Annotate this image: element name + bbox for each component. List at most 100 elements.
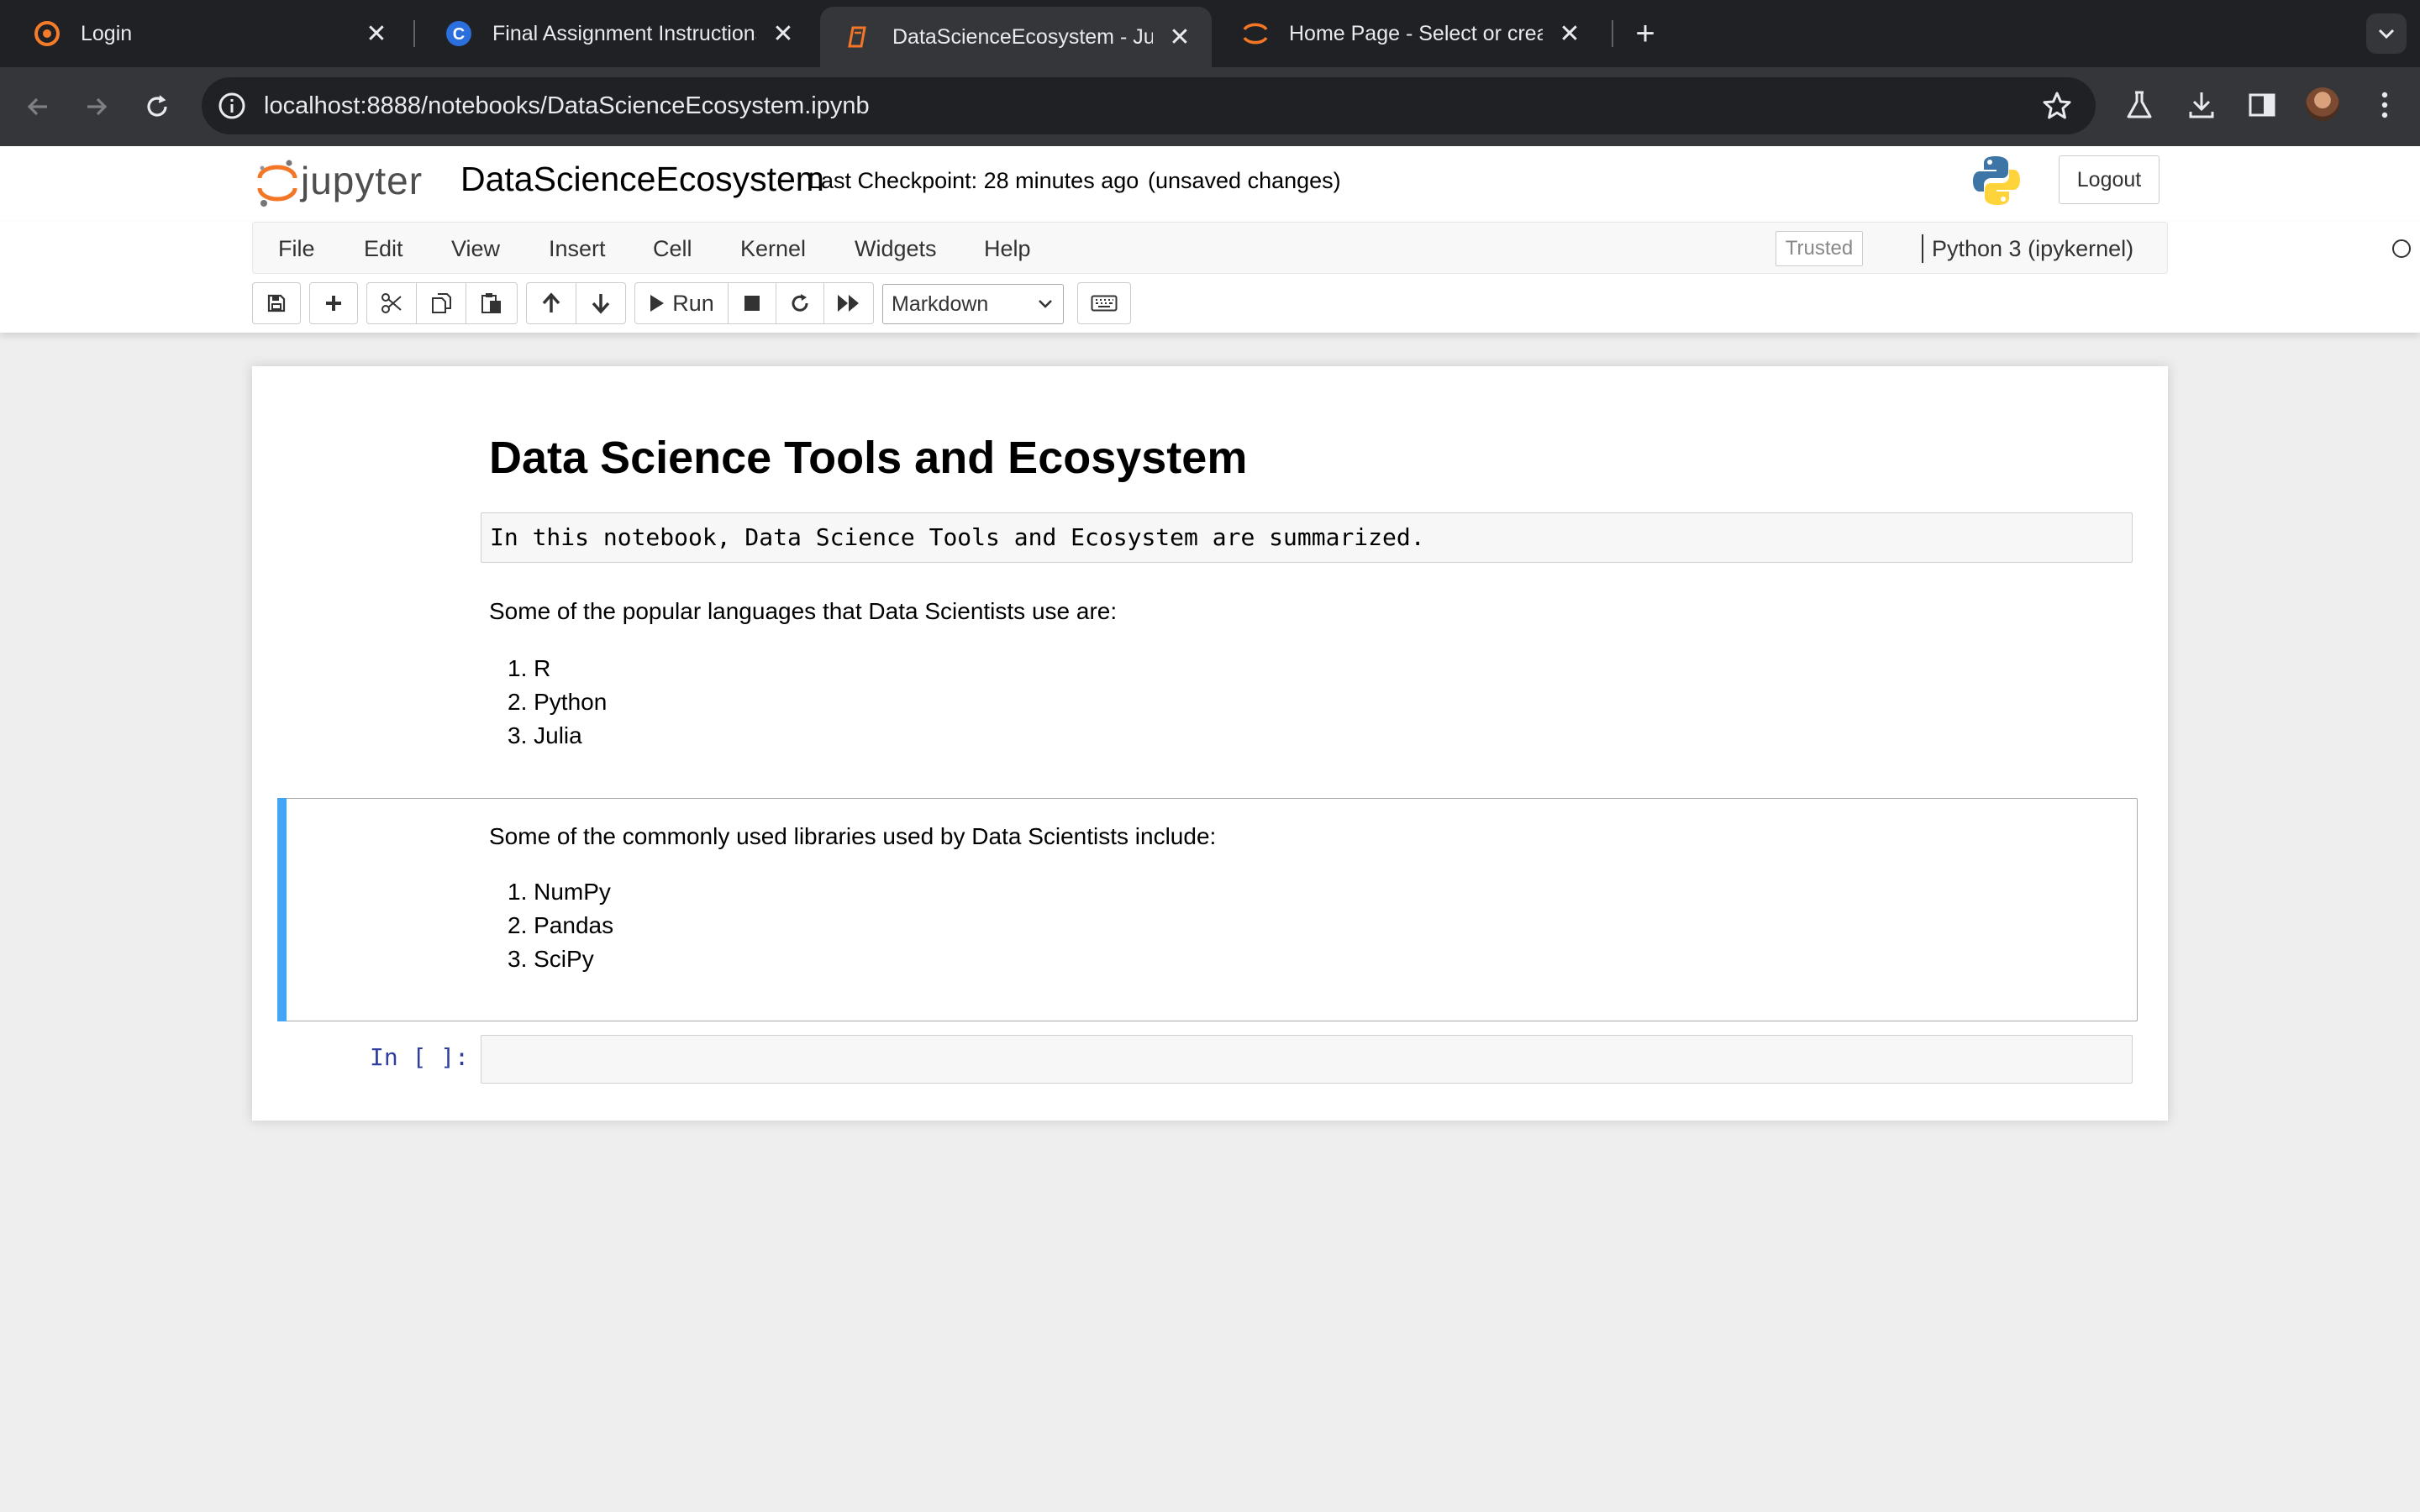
menu-insert[interactable]: Insert [549,236,606,262]
browser-tab-strip: Login ✕ C Final Assignment Instructions … [0,0,2420,67]
notebook-toolbar-area: File Edit View Insert Cell Kernel Widget… [0,222,2420,333]
menu-widgets[interactable]: Widgets [855,236,937,262]
save-button[interactable] [252,282,301,324]
reload-icon [147,95,167,117]
languages-intro: Some of the popular languages that Data … [489,598,1118,624]
run-icon [650,295,665,312]
bookmark-star-icon[interactable] [2042,91,2072,125]
keyboard-icon [1091,295,1118,312]
tab-home-page[interactable]: Home Page - Select or create a notebook … [1217,7,1602,60]
menu-cell[interactable]: Cell [653,236,692,262]
close-icon[interactable]: ✕ [365,20,388,48]
browser-toolbar: localhost:8888/notebooks/DataScienceEcos… [0,67,2420,146]
jupyter-spinner-icon [1240,18,1270,49]
code-cell-input[interactable] [481,1035,2133,1084]
notebook-container: Data Science Tools and Ecosystem In this… [252,366,2168,1121]
jupyter-logo[interactable]: jupyter [257,153,442,212]
list-item: 2. Python [508,689,608,715]
input-prompt: In [ ]: [370,1043,470,1071]
menu-edit[interactable]: Edit [364,236,403,262]
cell-type-select[interactable]: Markdown [882,284,1064,324]
stop-icon [744,296,760,311]
menu-kernel[interactable]: Kernel [740,236,806,262]
menu-view[interactable]: View [451,236,500,262]
save-icon [267,294,286,312]
kernel-separator [1922,234,1923,263]
libraries-intro: Some of the commonly used libraries used… [489,823,1217,849]
logout-button[interactable]: Logout [2059,155,2160,204]
notebook-name[interactable]: DataScienceEcosystem [460,160,824,199]
notebook-icon [844,22,874,52]
site-info-icon[interactable] [217,91,247,121]
autosave-status: (unsaved changes) [1148,168,1341,193]
summary-text: In this notebook, Data Science Tools and… [490,523,1425,551]
back-button[interactable] [17,86,59,128]
restart-kernel-button[interactable] [776,282,824,324]
jupyter-wordmark: jupyter [301,159,424,202]
copy-button[interactable] [416,282,466,324]
side-panel-icon[interactable] [2244,84,2281,126]
url-text: localhost:8888/notebooks/DataScienceEcos… [264,92,870,119]
list-item: 3. SciPy [508,946,594,972]
move-down-button[interactable] [576,282,626,324]
run-button[interactable]: Run [634,282,729,324]
avatar[interactable] [2306,87,2339,121]
new-tab-button[interactable]: + [1627,15,1664,52]
cut-button[interactable] [366,282,417,324]
forward-button[interactable] [76,86,118,128]
close-icon[interactable]: ✕ [1168,24,1192,51]
notebook-title-heading: Data Science Tools and Ecosystem [489,433,1248,483]
tab-search-button[interactable] [2366,13,2407,54]
insert-cell-button[interactable] [309,282,358,324]
close-icon[interactable]: ✕ [771,20,795,48]
chevron-down-icon [1039,300,1052,308]
chevron-down-icon [2378,29,2395,39]
tab-final-assignment[interactable]: C Final Assignment Instructions ✕ [420,7,815,60]
tab-separator [413,20,415,47]
paste-button[interactable] [466,282,518,324]
cell-type-value: Markdown [892,291,989,316]
fast-forward-icon [838,295,859,312]
tab-datascienceecosystem[interactable]: DataScienceEcosystem - Jupyter Notebook … [820,7,1212,67]
menu-help[interactable]: Help [984,236,1031,262]
move-up-button[interactable] [526,282,576,324]
tab-separator [1612,20,1613,47]
arrow-up-icon [542,292,560,312]
download-icon[interactable] [2183,84,2220,126]
arrow-down-icon [592,294,610,314]
coursera-logo-icon [32,18,62,49]
plus-icon [326,296,341,311]
tab-title: Login [81,21,133,45]
more-vert-icon[interactable] [2366,84,2403,126]
command-palette-button[interactable] [1077,282,1131,324]
run-label: Run [672,290,714,316]
tab-login[interactable]: Login ✕ [8,7,408,60]
close-icon[interactable]: ✕ [1558,20,1581,48]
address-bar[interactable]: localhost:8888/notebooks/DataScienceEcos… [202,77,2096,134]
jupyter-header: jupyter DataScienceEcosystem Last Checkp… [0,146,2420,222]
last-checkpoint: Last Checkpoint: 28 minutes ago [808,168,1139,193]
interrupt-kernel-button[interactable] [728,282,776,324]
summary-code-block[interactable]: In this notebook, Data Science Tools and… [481,512,2133,563]
trusted-indicator[interactable]: Trusted [1776,231,1863,266]
tab-title: DataScienceEcosystem - Jupyter Notebook [892,24,1153,49]
kernel-idle-indicator-icon [2392,239,2411,258]
list-item: 3. Julia [508,722,582,748]
restart-run-all-button[interactable] [823,282,874,324]
list-item: 2. Pandas [508,912,614,938]
paste-icon [481,293,501,313]
copy-icon [432,293,451,313]
coursera-c-icon: C [444,18,474,49]
labs-flask-icon[interactable] [2121,84,2158,126]
list-item: 1. R [508,655,551,681]
tab-title: Home Page - Select or create a notebook [1289,21,1543,45]
menu-file[interactable]: File [278,236,315,262]
list-item: 1. NumPy [508,879,611,905]
restart-icon [792,294,808,312]
python-logo-icon [1971,155,2022,207]
kernel-name[interactable]: Python 3 (ipykernel) [1932,236,2133,262]
jupyter-logo-icon [257,160,297,207]
libraries-list: 1. NumPy 2. Pandas 3. SciPy [508,875,613,976]
tab-title: Final Assignment Instructions [492,21,756,45]
reload-button[interactable] [136,86,178,128]
